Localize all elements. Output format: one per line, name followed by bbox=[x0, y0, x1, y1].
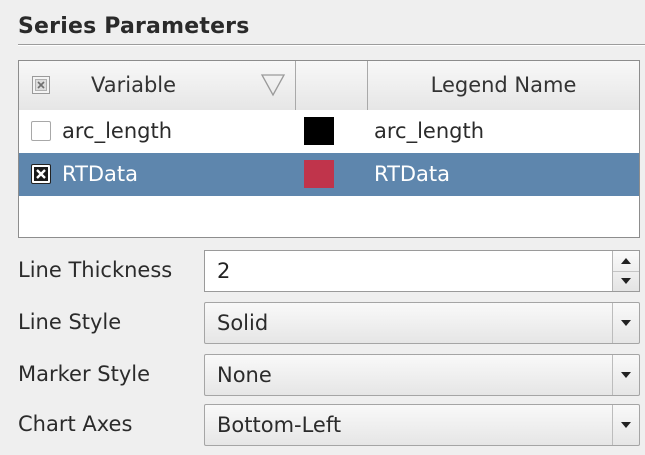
column-header-variable[interactable]: Variable bbox=[19, 61, 296, 110]
sort-triangle-icon[interactable] bbox=[259, 72, 287, 98]
chart-axes-row: Chart Axes Bottom-Left bbox=[18, 404, 645, 446]
chart-axes-value: Bottom-Left bbox=[217, 413, 342, 437]
line-style-row: Line Style Solid bbox=[18, 302, 645, 344]
table-header: Variable Legend Name bbox=[19, 61, 639, 111]
line-style-value: Solid bbox=[217, 311, 269, 335]
marker-style-dropdown[interactable]: None bbox=[204, 354, 640, 396]
chevron-down-icon bbox=[621, 372, 631, 378]
dropdown-button[interactable] bbox=[612, 303, 639, 343]
dropdown-button[interactable] bbox=[612, 355, 639, 395]
table-row[interactable]: arc_length arc_length bbox=[19, 110, 639, 153]
table-row[interactable]: RTData RTData bbox=[19, 153, 639, 196]
header-check-all-checkbox[interactable] bbox=[32, 76, 50, 94]
legend-name[interactable]: RTData bbox=[374, 162, 450, 186]
column-label-variable: Variable bbox=[91, 73, 177, 97]
arrow-down-icon bbox=[621, 278, 631, 284]
spin-buttons bbox=[612, 251, 639, 291]
series-table[interactable]: Variable Legend Name arc_length arc_leng… bbox=[18, 60, 640, 238]
series-visibility-checkbox[interactable] bbox=[31, 164, 51, 184]
marker-style-value: None bbox=[217, 363, 272, 387]
line-thickness-spinbox[interactable]: 2 bbox=[204, 250, 640, 292]
line-style-label: Line Style bbox=[18, 310, 122, 334]
color-swatch[interactable] bbox=[304, 160, 334, 188]
variable-name: RTData bbox=[62, 162, 139, 186]
check-icon bbox=[34, 167, 48, 181]
marker-style-label: Marker Style bbox=[18, 362, 151, 386]
column-label-legend-name: Legend Name bbox=[430, 73, 577, 97]
spin-down-button[interactable] bbox=[613, 271, 639, 291]
dropdown-button[interactable] bbox=[612, 405, 639, 445]
chart-axes-dropdown[interactable]: Bottom-Left bbox=[204, 404, 640, 446]
arrow-up-icon bbox=[621, 258, 631, 264]
chevron-down-icon bbox=[621, 320, 631, 326]
line-thickness-row: Line Thickness 2 bbox=[18, 250, 645, 292]
color-swatch[interactable] bbox=[304, 117, 334, 145]
legend-name[interactable]: arc_length bbox=[374, 119, 484, 143]
variable-name: arc_length bbox=[62, 119, 173, 143]
partial-check-icon bbox=[35, 79, 47, 91]
chart-axes-label: Chart Axes bbox=[18, 412, 133, 436]
line-thickness-value[interactable]: 2 bbox=[217, 259, 230, 283]
line-thickness-label: Line Thickness bbox=[18, 258, 173, 282]
column-header-legend-name[interactable]: Legend Name bbox=[368, 61, 639, 110]
section-divider bbox=[18, 44, 645, 46]
section-title: Series Parameters bbox=[18, 14, 250, 39]
chevron-down-icon bbox=[621, 422, 631, 428]
spin-up-button[interactable] bbox=[613, 251, 639, 272]
marker-style-row: Marker Style None bbox=[18, 354, 645, 396]
series-visibility-checkbox[interactable] bbox=[31, 121, 51, 141]
column-header-color[interactable] bbox=[296, 61, 368, 110]
line-style-dropdown[interactable]: Solid bbox=[204, 302, 640, 344]
